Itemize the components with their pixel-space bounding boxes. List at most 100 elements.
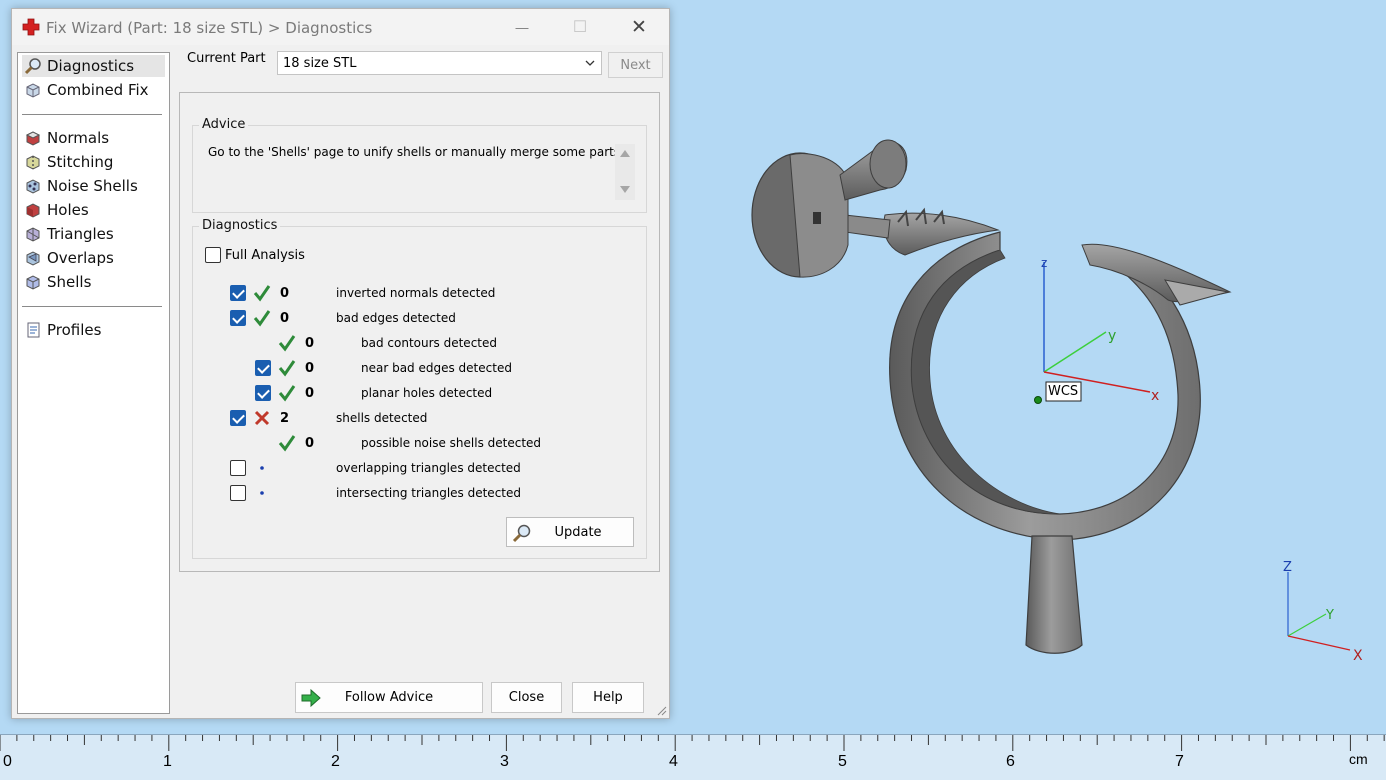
diagnostic-checkbox[interactable] (255, 360, 271, 376)
current-part-select[interactable]: 18 size STL (277, 51, 602, 75)
diagnostic-count: 0 (280, 311, 290, 326)
diagnostics-group: Diagnostics Full Analysis 0 inverted norm… (192, 218, 647, 559)
noise-shells-icon (26, 179, 40, 194)
diagnostic-row: 0 bad contours detected (193, 333, 633, 353)
advice-text: Go to the 'Shells' page to unify shells … (208, 145, 624, 159)
ruler-label: 7 (1175, 753, 1184, 770)
checkbox[interactable] (205, 247, 221, 263)
full-analysis-label: Full Analysis (225, 247, 305, 263)
wcs-axes (1034, 262, 1151, 404)
resize-grip-icon[interactable] (655, 704, 667, 716)
ruler-label: 0 (3, 753, 12, 770)
wizard-nav: Diagnostics Combined Fix Normals Stitchi… (17, 52, 170, 714)
nav-item-triangles[interactable]: Triangles (22, 223, 165, 245)
green-arrow-icon (301, 688, 321, 708)
red-x-icon (254, 410, 270, 426)
nav-item-overlaps[interactable]: Overlaps (22, 247, 165, 269)
nav-item-holes[interactable]: Holes (22, 199, 165, 221)
diagnostics-panel: Advice Go to the 'Shells' page to unify … (179, 92, 660, 572)
diagnostic-checkbox[interactable] (230, 485, 246, 501)
nav-item-label: Triangles (47, 225, 114, 243)
diagnostic-checkbox[interactable] (230, 460, 246, 476)
nav-item-label: Stitching (47, 153, 114, 171)
diagnostic-row: 0 possible noise shells detected (193, 433, 633, 453)
diagnostic-label: near bad edges detected (361, 361, 512, 375)
current-part-label: Current Part (187, 51, 266, 66)
axis-z-label: z (1041, 256, 1048, 270)
follow-advice-button[interactable]: Follow Advice (295, 682, 483, 713)
advice-group: Advice Go to the 'Shells' page to unify … (192, 117, 647, 213)
diagnostic-label: bad contours detected (361, 336, 497, 350)
close-button[interactable]: Close (491, 682, 562, 713)
close-window-button[interactable]: ✕ (617, 9, 661, 45)
nav-item-label: Profiles (47, 321, 102, 339)
ruler-label: 3 (500, 753, 509, 770)
advice-scrollbar[interactable] (615, 144, 635, 200)
corner-x-label: X (1353, 648, 1363, 664)
diagnostic-count: 0 (305, 361, 315, 376)
nav-item-shells[interactable]: Shells (22, 271, 165, 293)
green-check-icon (278, 335, 296, 352)
holes-icon (26, 203, 40, 218)
diagnostic-row: 0 planar holes detected (193, 383, 633, 403)
diagnostic-count: 2 (280, 411, 290, 426)
diagnostic-row: 2 shells detected (193, 408, 633, 428)
magnifier-icon (24, 58, 41, 75)
axis-y-label: y (1108, 328, 1117, 344)
diagnostic-label: intersecting triangles detected (336, 486, 521, 500)
ruler-label: 2 (331, 753, 340, 770)
nav-item-normals[interactable]: Normals (22, 127, 165, 149)
orientation-triad (1287, 572, 1351, 651)
green-check-icon (253, 310, 271, 327)
ruler-label: 4 (669, 753, 678, 770)
nav-item-label: Holes (47, 201, 89, 219)
full-analysis-checkbox[interactable]: Full Analysis (205, 247, 305, 263)
title-bar[interactable]: Fix Wizard (Part: 18 size STL) > Diagnos… (12, 9, 669, 45)
ruler: 0 1 2 3 4 5 6 7 cm (0, 734, 1386, 780)
scroll-down-icon[interactable] (620, 186, 630, 193)
nav-item-label: Diagnostics (47, 57, 135, 75)
diagnostic-checkbox[interactable] (230, 410, 246, 426)
diagnostic-label: overlapping triangles detected (336, 461, 521, 475)
nav-item-label: Normals (47, 129, 110, 147)
nav-item-label: Shells (47, 273, 92, 291)
current-part-value: 18 size STL (283, 56, 357, 71)
diagnostic-row: 0 inverted normals detected (193, 283, 633, 303)
nav-item-label: Noise Shells (47, 177, 138, 195)
help-button[interactable]: Help (572, 682, 644, 713)
green-check-icon (278, 385, 296, 402)
maximize-button[interactable]: ☐ (558, 9, 602, 45)
diagnostic-row: overlapping triangles detected (193, 458, 633, 478)
ruler-label: 1 (163, 753, 172, 770)
wcs-label: WCS (1048, 384, 1079, 399)
red-cross-icon (22, 18, 40, 36)
diagnostic-count: 0 (305, 436, 315, 451)
next-button[interactable]: Next (608, 52, 663, 78)
diagnostic-checkbox[interactable] (230, 310, 246, 326)
nav-item-profiles[interactable]: Profiles (22, 319, 165, 341)
diagnostic-checkbox[interactable] (230, 285, 246, 301)
follow-advice-label: Follow Advice (344, 690, 434, 705)
nav-item-stitching[interactable]: Stitching (22, 151, 165, 173)
maximize-icon: ☐ (572, 19, 588, 36)
minimize-button[interactable]: — (500, 9, 544, 45)
nav-item-noise-shells[interactable]: Noise Shells (22, 175, 165, 197)
window-title: Fix Wizard (Part: 18 size STL) > Diagnos… (46, 19, 373, 37)
minimize-icon: — (515, 19, 529, 35)
update-button[interactable]: Update (506, 517, 634, 547)
update-label: Update (554, 525, 602, 540)
chevron-down-icon (585, 60, 595, 66)
green-check-icon (253, 285, 271, 302)
scroll-up-icon[interactable] (620, 150, 630, 157)
combined-fix-icon (26, 83, 40, 98)
shells-icon (26, 275, 40, 290)
nav-item-combined-fix[interactable]: Combined Fix (22, 79, 165, 101)
fix-wizard-window: Fix Wizard (Part: 18 size STL) > Diagnos… (11, 8, 670, 719)
diagnostic-checkbox[interactable] (255, 385, 271, 401)
diagnostic-row: 0 bad edges detected (193, 308, 633, 328)
nav-item-diagnostics[interactable]: Diagnostics (22, 55, 165, 77)
advice-title: Advice (199, 117, 249, 132)
overlaps-icon (26, 251, 40, 266)
diagnostic-row: intersecting triangles detected (193, 483, 633, 503)
green-check-icon (278, 360, 296, 377)
